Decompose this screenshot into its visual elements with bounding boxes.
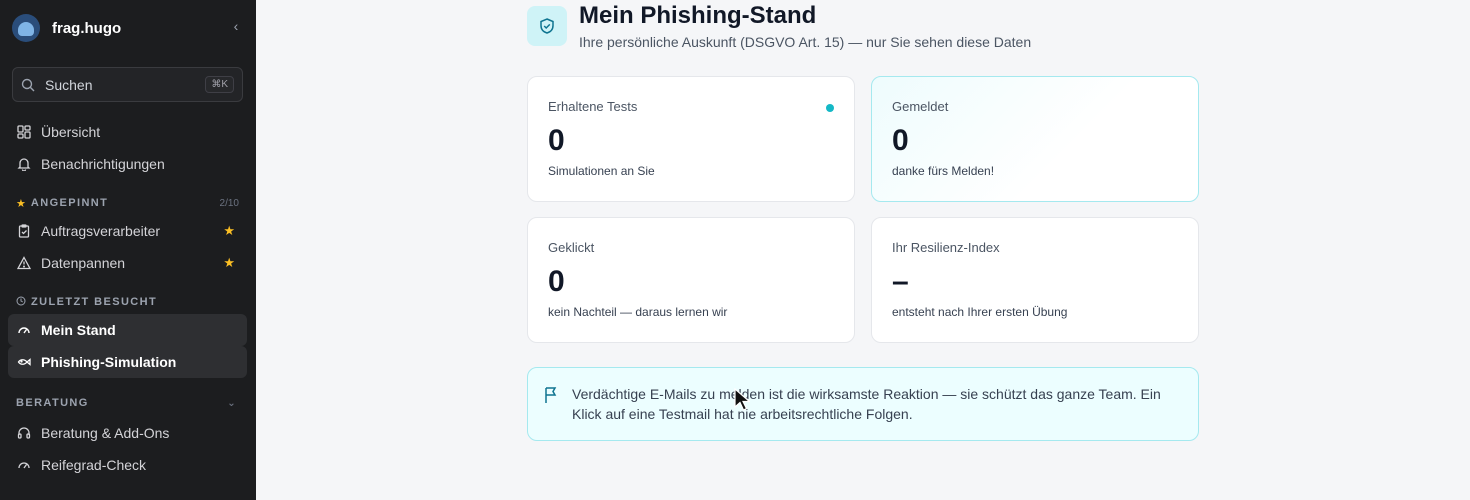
page-subtitle: Ihre persönliche Auskunft (DSGVO Art. 15… xyxy=(579,34,1032,50)
card-reported: Gemeldet 0 danke fürs Melden! xyxy=(871,76,1199,202)
mouse-cursor-icon xyxy=(734,388,750,411)
sidebar-item-label: Reifegrad-Check xyxy=(41,457,147,473)
sidebar-item-label: Datenpannen xyxy=(41,255,126,271)
search-field[interactable]: Suchen ⌘K xyxy=(12,67,243,102)
card-label: Geklickt xyxy=(548,240,595,255)
brand-name: frag.hugo xyxy=(52,19,122,37)
card-value: 0 xyxy=(548,265,565,298)
sidebar-item-label: Mein Stand xyxy=(41,322,116,338)
card-label: Erhaltene Tests xyxy=(548,99,638,114)
sidebar-item-reifegrad-check[interactable]: Reifegrad-Check xyxy=(8,449,247,481)
page-title: Mein Phishing-Stand xyxy=(579,2,817,29)
card-note: danke fürs Melden! xyxy=(892,164,995,178)
gauge-icon xyxy=(16,457,32,473)
pinned-star-icon[interactable]: ★ xyxy=(223,255,235,271)
info-text: Verdächtige E-Mails zu melden ist die wi… xyxy=(572,386,1161,422)
section-title: BERATUNG xyxy=(16,397,89,409)
collapse-sidebar-icon[interactable]: ‹ xyxy=(228,18,244,34)
search-shortcut: ⌘K xyxy=(205,76,234,93)
star-icon: ★ xyxy=(16,197,26,210)
sidebar-item-mein-stand[interactable]: Mein Stand xyxy=(8,314,247,346)
sidebar-item-label: Übersicht xyxy=(41,124,101,140)
card-value: 0 xyxy=(892,124,909,157)
chevron-down-icon[interactable]: ⌄ xyxy=(227,398,237,409)
card-clicked: Geklickt 0 kein Nachteil — daraus lernen… xyxy=(527,217,855,343)
headset-icon xyxy=(16,425,32,441)
sidebar-item-label: Benachrichtigungen xyxy=(41,156,165,172)
sidebar-item-beratung[interactable]: Beratung & Add-Ons xyxy=(8,417,247,449)
card-value: – xyxy=(892,265,909,298)
flag-icon xyxy=(544,386,560,440)
clock-icon xyxy=(16,296,26,309)
fish-icon xyxy=(16,354,32,370)
status-dot xyxy=(826,104,834,112)
grid-icon xyxy=(16,124,32,140)
sidebar-item-phishing-simulation[interactable]: Phishing-Simulation xyxy=(8,346,247,378)
section-title: ZULETZT BESUCHT xyxy=(31,296,158,308)
card-label: Ihr Resilienz-Index xyxy=(892,240,1000,255)
card-resilience-index: Ihr Resilienz-Index – entsteht nach Ihre… xyxy=(871,217,1199,343)
section-consulting[interactable]: BERATUNG ⌄ xyxy=(16,395,239,411)
gauge-icon xyxy=(16,322,32,338)
clipboard-icon xyxy=(16,223,32,239)
card-label: Gemeldet xyxy=(892,99,949,114)
shield-check-icon xyxy=(527,6,567,46)
sidebar-item-benachrichtigungen[interactable]: Benachrichtigungen xyxy=(8,148,247,180)
pinned-star-icon[interactable]: ★ xyxy=(223,223,235,239)
octopus-logo-icon xyxy=(12,14,40,42)
warning-icon xyxy=(16,255,32,271)
sidebar-item-auftragsverarbeiter[interactable]: Auftragsverarbeiter ★ xyxy=(8,215,247,247)
section-title: ANGEPINNT xyxy=(30,197,109,209)
sidebar-item-label: Beratung & Add-Ons xyxy=(41,425,170,441)
brand[interactable]: frag.hugo xyxy=(12,12,121,44)
card-note: Simulationen an Sie xyxy=(548,164,655,178)
card-received-tests: Erhaltene Tests 0 Simulationen an Sie xyxy=(527,76,855,202)
card-note: kein Nachteil — daraus lernen wir xyxy=(548,305,728,319)
pinned-count: 2/10 xyxy=(219,197,239,209)
info-banner: Verdächtige E-Mails zu melden ist die wi… xyxy=(527,367,1199,441)
sidebar-item-label: Auftragsverarbeiter xyxy=(41,223,161,239)
search-input[interactable]: Suchen xyxy=(45,77,205,93)
card-value: 0 xyxy=(548,124,565,157)
sidebar-item-datenpannen[interactable]: Datenpannen ★ xyxy=(8,247,247,279)
sidebar: frag.hugo ‹ Suchen ⌘K Übersicht Benachri… xyxy=(0,0,256,500)
sidebar-item-uebersicht[interactable]: Übersicht xyxy=(8,116,247,148)
bell-icon xyxy=(16,156,32,172)
card-note: entsteht nach Ihrer ersten Übung xyxy=(892,305,1068,319)
search-icon xyxy=(21,78,35,91)
sidebar-item-label: Phishing-Simulation xyxy=(41,354,177,370)
section-recent: ZULETZT BESUCHT xyxy=(16,294,239,310)
section-pinned: ★ ANGEPINNT 2/10 xyxy=(16,195,239,211)
